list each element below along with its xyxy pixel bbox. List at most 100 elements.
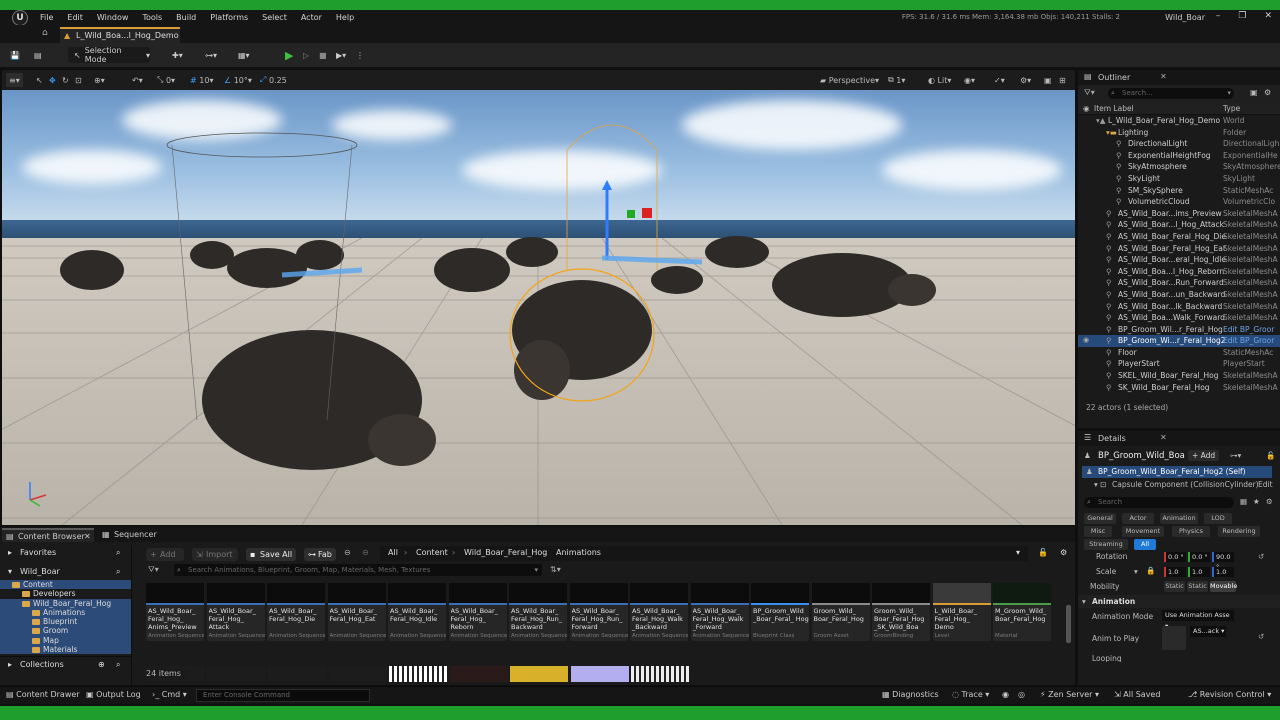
snap-rotate-control[interactable]: ⤡ 0 ▾: [157, 73, 175, 87]
asset-thumbnail[interactable]: [268, 666, 326, 682]
sort-icon[interactable]: ⇅▾: [550, 565, 561, 574]
zen-server-button[interactable]: ⚡ Zen Server ▾: [1040, 690, 1099, 699]
outliner-row[interactable]: ⚲ ExponentialHeightFog ExponentialHe: [1078, 150, 1280, 162]
camera-speed-dropdown[interactable]: ⧉ 1 ▾: [888, 73, 905, 87]
details-close-icon[interactable]: ✕: [1160, 433, 1167, 442]
grid-snap-control[interactable]: # 10 ▾: [190, 73, 213, 87]
cmd-dropdown[interactable]: ›_ Cmd ▾: [152, 690, 187, 699]
all-saved-button[interactable]: ⇲ All Saved: [1114, 690, 1160, 699]
category-actor[interactable]: Actor: [1122, 513, 1154, 524]
screenshot-icon[interactable]: ◎: [1018, 690, 1025, 699]
table-view-icon[interactable]: ▦: [1240, 497, 1247, 506]
lit-dropdown[interactable]: ◐ Lit ▾: [928, 73, 951, 87]
category-streaming[interactable]: Streaming: [1084, 539, 1128, 550]
rotate-icon[interactable]: ↻: [62, 73, 69, 87]
capsule-edit-link[interactable]: Edit: [1258, 480, 1273, 489]
filter-icon[interactable]: ⛛▾: [1084, 88, 1095, 98]
component-capsule-row[interactable]: ▾ ⊡ Capsule Component (CollisionCylinder…: [1078, 478, 1280, 491]
blueprint-options-icon[interactable]: ⊶▾: [1230, 451, 1241, 460]
level-viewport[interactable]: [2, 90, 1075, 525]
outliner-row[interactable]: ⚲ AS_Wild_Boar...lk_Backward SkeletalMeshA: [1078, 301, 1280, 313]
asset-tile[interactable]: AS_Wild_Boar_ Feral_Hog_ Anims_Preview An…: [146, 583, 204, 641]
asset-search-input[interactable]: ⌕ Search Animations, Blueprint, Groom, M…: [174, 564, 542, 576]
category-misc[interactable]: Misc: [1084, 526, 1112, 537]
breadcrumb-animations[interactable]: Animations: [556, 548, 601, 557]
lock-ratio-icon[interactable]: 🔒: [1146, 566, 1155, 575]
outliner-row[interactable]: ⚲ BP_Groom_Wil...r_Feral_Hog Edit BP_Groor: [1078, 324, 1280, 336]
animation-section-header[interactable]: ▾ Animation: [1078, 595, 1280, 608]
column-type[interactable]: Type: [1223, 104, 1240, 113]
rotation-x-input[interactable]: 0.0 °: [1164, 552, 1186, 562]
show-icon[interactable]: ◉▾: [964, 73, 975, 87]
layout-icon[interactable]: ▣: [1044, 73, 1052, 87]
outliner-row[interactable]: ⚲ DirectionalLight DirectionalLigh: [1078, 138, 1280, 150]
performance-icon[interactable]: ✓▾: [994, 73, 1005, 87]
menu-item-actor[interactable]: Actor: [301, 13, 322, 22]
outliner-row[interactable]: ⚲ AS_Wild_Boar_Feral_Hog_Eat SkeletalMeshA: [1078, 243, 1280, 255]
outliner-row[interactable]: ⚲ VolumetricCloud VolumetricClo: [1078, 196, 1280, 208]
history-back-icon[interactable]: ⊖: [344, 548, 351, 557]
anim-to-play-dropdown[interactable]: AS...ack ▾: [1190, 626, 1226, 637]
asset-tile[interactable]: AS_Wild_Boar_ Feral_Hog_Die Animation Seq…: [267, 583, 325, 641]
category-movement[interactable]: Movement: [1122, 526, 1164, 537]
settings-icon[interactable]: ⚙: [1266, 497, 1273, 506]
search-icon[interactable]: ⌕: [116, 564, 120, 579]
asset-tile[interactable]: AS_Wild_Boar_ Feral_Hog_ Reborn Animation…: [448, 583, 507, 641]
folder-item[interactable]: Blueprint: [0, 617, 131, 627]
outliner-row[interactable]: ⚲ AS_Wild_Boar...un_Backward SkeletalMeshA: [1078, 289, 1280, 301]
outliner-row[interactable]: ⚲ AS_Wild_Boar...ims_Preview SkeletalMeshA: [1078, 208, 1280, 220]
fab-button[interactable]: ⊶ Fab: [304, 548, 336, 561]
mobility-stationary-button[interactable]: Static: [1187, 581, 1208, 592]
details-search-input[interactable]: ⌕ Search: [1084, 497, 1234, 508]
folder-item[interactable]: Wild_Boar_Feral_Hog: [0, 598, 131, 608]
minimize-icon[interactable]: –: [1216, 11, 1221, 21]
translate-icon[interactable]: ✥: [49, 73, 56, 87]
outliner-row[interactable]: ⚲ Floor StaticMeshAc: [1078, 347, 1280, 359]
texture-thumbnail[interactable]: [389, 666, 447, 682]
category-lod[interactable]: LOD: [1204, 513, 1232, 524]
asset-tile[interactable]: M_Groom_Wild_ Boar_Feral_Hog Material: [993, 583, 1051, 641]
surface-snap-icon[interactable]: ↶▾: [132, 73, 143, 87]
world-icon[interactable]: ⊕▾: [94, 73, 105, 87]
cinematics-icon[interactable]: ▦▾: [238, 47, 250, 63]
tab-close-icon[interactable]: ✕: [84, 530, 91, 544]
maximize-viewport-icon[interactable]: ⊞: [1059, 73, 1066, 87]
settings-icon[interactable]: ⚙: [1060, 548, 1067, 557]
project-section[interactable]: ▾ Wild_Boar ⌕: [0, 564, 131, 579]
favorites-section[interactable]: ▸ Favorites ⌕: [0, 545, 131, 560]
texture-thumbnail[interactable]: [510, 666, 568, 682]
chevron-down-icon[interactable]: ▾: [1134, 567, 1138, 576]
menu-item-build[interactable]: Build: [176, 13, 196, 22]
asset-tile[interactable]: AS_Wild_Boar_ Feral_Hog_ Attack Animation…: [206, 583, 265, 641]
outliner-row[interactable]: ⚲ AS_Wild_Boar...eral_Hog_Idle SkeletalMes…: [1078, 254, 1280, 266]
menu-item-tools[interactable]: Tools: [142, 13, 162, 22]
scale-z-input[interactable]: 1.0: [1212, 567, 1234, 577]
scale-icon[interactable]: ⊡: [75, 73, 82, 87]
reset-icon[interactable]: ↺: [1258, 632, 1264, 641]
filter-icon[interactable]: ⛛▾: [148, 565, 159, 575]
breadcrumb-wild-boar[interactable]: Wild_Boar_Feral_Hog: [464, 548, 547, 557]
category-rendering[interactable]: Rendering: [1218, 526, 1260, 537]
scale-y-input[interactable]: 1.0: [1188, 567, 1210, 577]
asset-tile[interactable]: Groom_Wild_ Boar_Feral_Hog _SK_Wild_Boa G…: [872, 583, 930, 641]
add-component-button[interactable]: + Add: [1188, 450, 1220, 461]
asset-tile[interactable]: AS_Wild_Boar_ Feral_Hog_Idle Animation Se…: [388, 583, 446, 641]
search-icon[interactable]: ⌕: [116, 657, 120, 672]
mobility-movable-button[interactable]: Movable: [1210, 581, 1237, 592]
outliner-row[interactable]: ⚲ PlayerStart PlayerStart: [1078, 358, 1280, 370]
menu-item-window[interactable]: Window: [97, 13, 129, 22]
reset-icon[interactable]: ↺: [1258, 552, 1264, 561]
animation-mode-dropdown[interactable]: Use Animation Asse ▾: [1162, 610, 1234, 630]
revision-control-button[interactable]: ⎇ Revision Control ▾: [1188, 690, 1271, 699]
maximize-icon[interactable]: ❐: [1238, 11, 1246, 21]
breadcrumb-all[interactable]: All: [388, 548, 398, 557]
rotation-snap-control[interactable]: ∠ 10° ▾: [224, 73, 252, 87]
history-forward-icon[interactable]: ⊖: [362, 548, 369, 557]
import-button[interactable]: ⇲ Import: [192, 548, 238, 561]
asset-tile[interactable]: BP_Groom_Wild _Boar_Feral_ Hog Blueprint …: [751, 583, 809, 641]
content-drawer-button[interactable]: ▤ Content Drawer: [6, 690, 80, 699]
favorite-icon[interactable]: ★: [1253, 497, 1260, 506]
asset-tile[interactable]: AS_Wild_Boar_ Feral_Hog_Walk _Backward An…: [630, 583, 688, 641]
viewport-menu-icon[interactable]: ≡▾: [6, 73, 23, 87]
launch-icon[interactable]: ▶▾: [336, 47, 346, 63]
